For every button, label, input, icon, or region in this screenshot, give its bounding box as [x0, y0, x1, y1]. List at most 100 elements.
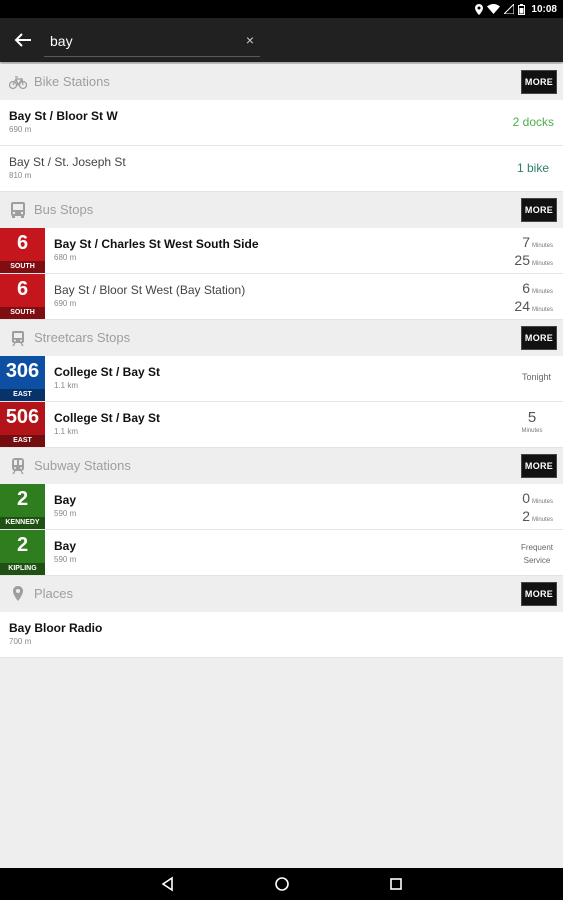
distance: 1.1 km — [54, 381, 79, 390]
more-places-button[interactable]: MORE — [521, 582, 557, 606]
route-badge: 506 EAST — [0, 402, 45, 447]
eta-unit: Minutes — [531, 261, 553, 267]
distance: 690 m — [9, 125, 32, 134]
back-nav-icon[interactable] — [160, 876, 176, 892]
battery-icon — [518, 3, 526, 15]
eta-unit: Minutes — [531, 243, 553, 249]
recents-nav-icon[interactable] — [388, 876, 404, 892]
search-input[interactable] — [50, 30, 230, 52]
route-direction: EAST — [0, 389, 45, 401]
distance: 680 m — [54, 253, 77, 262]
section-header-bike-stations: Bike Stations MORE — [0, 64, 563, 100]
eta-value: 7 — [522, 234, 530, 250]
eta-value: 2 — [522, 508, 530, 524]
route-number: 6 — [16, 232, 29, 254]
eta-text: Frequent Service — [521, 541, 553, 567]
route-direction: EAST — [0, 435, 45, 447]
route-badge: 2 KIPLING — [0, 530, 45, 575]
route-number: 306 — [5, 360, 40, 382]
distance: 810 m — [9, 171, 32, 180]
availability: 2 docks — [512, 115, 554, 129]
eta-unit: Minutes — [531, 289, 553, 295]
stop-name: Bay St / Bloor St West (Bay Station) — [54, 283, 246, 297]
clear-search-button[interactable]: × — [246, 31, 254, 49]
distance: 700 m — [9, 637, 32, 646]
eta-unit: Minutes — [531, 517, 553, 523]
station-name: Bay St / St. Joseph St — [9, 155, 126, 169]
location-pin-icon — [13, 586, 23, 601]
bicycle-icon — [9, 76, 27, 90]
section-title: Bike Stations — [34, 74, 110, 89]
search-toolbar: × — [0, 18, 563, 62]
eta-text-line: Service — [523, 556, 551, 565]
route-direction: KIPLING — [0, 563, 45, 575]
list-item[interactable]: Bay St / St. Joseph St 810 m 1 bike — [0, 146, 563, 192]
stop-name: College St / Bay St — [54, 411, 161, 425]
list-item[interactable]: 2 KENNEDY Bay 590 m 0 Minutes 2 Minutes — [0, 484, 563, 530]
bus-icon — [11, 202, 25, 218]
list-item[interactable]: 306 EAST College St / Bay St 1.1 km Toni… — [0, 356, 563, 402]
list-item[interactable]: 2 KIPLING Bay 590 m Frequent Service — [0, 530, 563, 576]
distance: 690 m — [54, 299, 77, 308]
section-header-places: Places MORE — [0, 576, 563, 612]
status-bar: 10:08 — [0, 0, 563, 18]
distance: 590 m — [54, 555, 77, 564]
station-name: Bay St / Bloor St W — [9, 109, 118, 123]
section-title: Places — [34, 586, 74, 601]
list-item[interactable]: 6 SOUTH Bay St / Bloor St West (Bay Stat… — [0, 274, 563, 320]
list-item[interactable]: 6 SOUTH Bay St / Charles St West South S… — [0, 228, 563, 274]
route-number: 2 — [16, 534, 29, 556]
eta-value: 5 — [527, 409, 537, 426]
status-icons: 10:08 — [475, 3, 557, 15]
eta-first: 6 Minutes — [522, 280, 553, 296]
route-number: 2 — [16, 488, 29, 510]
location-icon — [475, 3, 484, 15]
back-arrow-icon[interactable] — [14, 32, 32, 48]
list-item[interactable]: 506 EAST College St / Bay St 1.1 km 5 Mi… — [0, 402, 563, 448]
stop-name: Bay St / Charles St West South Side — [54, 237, 259, 251]
more-subway-stations-button[interactable]: MORE — [521, 454, 557, 478]
route-badge: 6 SOUTH — [0, 274, 45, 319]
section-title: Streetcars Stops — [34, 330, 131, 345]
route-badge: 306 EAST — [0, 356, 45, 401]
route-badge: 6 SOUTH — [0, 228, 45, 273]
results-list: Bike Stations MORE Bay St / Bloor St W 6… — [0, 64, 563, 658]
eta-first: 0 Minutes — [522, 490, 553, 506]
signal-icon — [504, 4, 515, 14]
place-name: Bay Bloor Radio — [9, 621, 103, 635]
availability: 1 bike — [516, 161, 549, 175]
more-streetcar-stops-button[interactable]: MORE — [521, 326, 557, 350]
eta-text-line: Frequent — [520, 543, 553, 552]
route-badge: 2 KENNEDY — [0, 484, 45, 529]
eta-value: 24 — [514, 298, 530, 314]
more-bike-stations-button[interactable]: MORE — [521, 70, 557, 94]
section-title: Bus Stops — [34, 202, 94, 217]
eta-value: 25 — [514, 252, 530, 268]
stop-name: College St / Bay St — [54, 365, 161, 379]
eta-unit: Minutes — [531, 499, 553, 505]
search-field: × — [44, 26, 260, 57]
more-bus-stops-button[interactable]: MORE — [521, 198, 557, 222]
subway-icon — [12, 458, 24, 475]
station-name: Bay — [54, 539, 77, 553]
route-direction: KENNEDY — [0, 517, 45, 529]
list-item[interactable]: Bay Bloor Radio 700 m — [0, 612, 563, 658]
section-title: Subway Stations — [34, 458, 131, 473]
section-header-streetcar-stops: Streetcars Stops MORE — [0, 320, 563, 356]
status-time: 10:08 — [531, 3, 557, 15]
eta-second: 24 Minutes — [514, 298, 553, 314]
eta-second: 2 Minutes — [522, 508, 553, 524]
list-item[interactable]: Bay St / Bloor St W 690 m 2 docks — [0, 100, 563, 146]
route-number: 6 — [16, 278, 29, 300]
wifi-icon — [487, 4, 501, 14]
route-direction: SOUTH — [0, 261, 45, 273]
eta-value: 6 — [522, 280, 530, 296]
eta-unit: Minutes — [521, 428, 543, 434]
home-nav-icon[interactable] — [274, 876, 290, 892]
route-direction: SOUTH — [0, 307, 45, 319]
eta-first: 5 Minutes — [512, 409, 552, 435]
section-header-bus-stops: Bus Stops MORE — [0, 192, 563, 228]
section-header-subway-stations: Subway Stations MORE — [0, 448, 563, 484]
eta-first: 7 Minutes — [522, 234, 553, 250]
navigation-bar — [0, 868, 563, 900]
